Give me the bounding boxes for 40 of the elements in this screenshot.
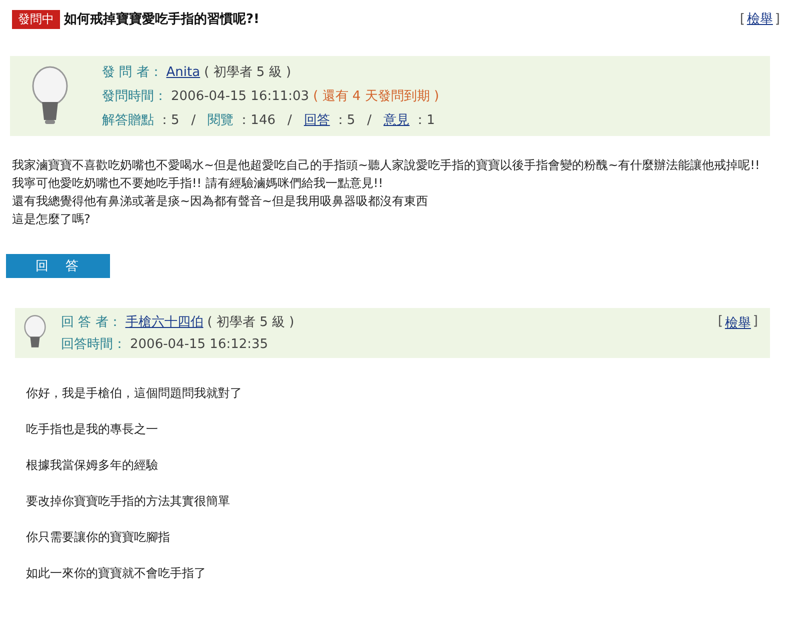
asker-link[interactable]: Anita	[166, 65, 200, 80]
stat-value: ：5	[158, 112, 180, 129]
bracket-text: ]	[752, 314, 759, 331]
answer-text: 如此一來你的寶寶就不會吃手指了	[26, 565, 207, 582]
report-link[interactable]: 檢舉	[724, 314, 751, 332]
stat-value: ：5	[334, 112, 356, 129]
question-text: 我家滷寶寶不喜歡吃奶嘴也不愛喝水~但是他超愛吃自己的手指頭~聽人家說愛吃手指的寶寶以後手指會變的粉醜~有什麼辦法能讓他戒掉呢!! 我寧可他愛吃奶嘴也不要她吃手指!! 請有經驗滷媽咪們給我一點意見!!	[12, 157, 760, 192]
answer-text: 根據我當保姆多年的經驗	[26, 457, 159, 474]
time-label: 發問時間：	[102, 88, 167, 105]
question-text: 還有我總覺得他有鼻涕或著是痰~因為都有聲音~但是我用吸鼻器吸都沒有東西	[12, 193, 430, 210]
answer-time: 2006-04-15 16:12:35	[130, 337, 268, 352]
time-label: 回答時間：	[61, 336, 126, 353]
answer-text: 你只需要讓你的寶寶吃腳指	[26, 529, 171, 546]
answer-text: 吃手指也是我的專長之一	[26, 421, 159, 438]
bracket-text: [	[716, 314, 724, 331]
status-badge: 發問中	[12, 10, 60, 28]
answer-text: 你好，我是手槍伯，這個問題問我就對了	[26, 385, 243, 402]
answer-button[interactable]: 回 答	[6, 254, 110, 278]
report-link[interactable]: 檢舉	[746, 10, 773, 28]
answerer-label: 回 答 者：	[61, 314, 122, 331]
stat-label: 閱覽	[208, 112, 234, 129]
bracket-text: [	[738, 12, 746, 26]
stat-link[interactable]: 回答	[304, 111, 330, 129]
answerer-level: ( 初學者 5 級 )	[207, 314, 294, 331]
stat-label: 解答贈點	[102, 112, 154, 129]
question-time: 2006-04-15 16:11:03	[171, 89, 310, 104]
remaining-days: ( 還有 4 天發問到期 )	[313, 87, 440, 105]
answerer-link[interactable]: 手槍六十四伯	[125, 313, 204, 331]
separator-text: /	[286, 113, 293, 128]
question-text: 這是怎麼了嗎?	[12, 211, 92, 228]
stat-value: ：1	[414, 112, 435, 129]
asker-level: ( 初學者 5 級 )	[204, 64, 292, 81]
question-title: 如何戒掉寶寶愛吃手指的習慣呢?!	[64, 10, 260, 28]
stat-link[interactable]: 意見	[384, 111, 410, 129]
asker-label: 發 問 者：	[102, 64, 162, 81]
separator-text: /	[190, 113, 197, 128]
separator-text: /	[366, 113, 373, 128]
stat-value: ：146	[238, 112, 276, 129]
bracket-text: ]	[774, 12, 781, 26]
answer-text: 要改掉你寶寶吃手指的方法其實很簡單	[26, 493, 231, 510]
